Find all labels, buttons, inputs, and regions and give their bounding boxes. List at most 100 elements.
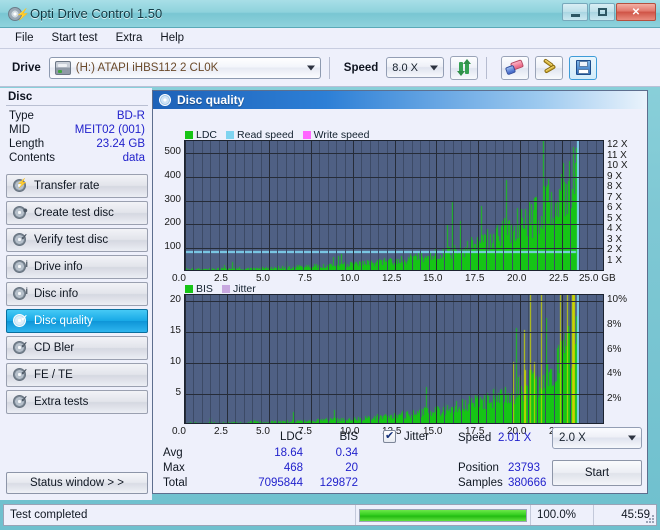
- legend-swatch: [185, 285, 193, 293]
- grid-line-minor: [361, 141, 362, 270]
- jitter-checkbox[interactable]: [383, 429, 396, 443]
- axis-tick-label: 15: [169, 325, 181, 336]
- grid-line-minor: [277, 295, 278, 423]
- sidebar-item-disc-info[interactable]: i Disc info: [6, 282, 148, 306]
- disc-icon: i: [13, 259, 28, 274]
- grid-line-minor: [286, 141, 287, 270]
- grid-line: [478, 295, 479, 423]
- axis-tick-label: 10%: [607, 294, 628, 305]
- grid-line-minor: [193, 141, 194, 270]
- test-speed-select[interactable]: 2.0 X: [552, 427, 642, 449]
- disc-contents-label: Contents: [9, 152, 56, 164]
- stats-avg-bis: 0.34: [335, 447, 358, 459]
- axis-tick-label: 200: [164, 217, 181, 228]
- axis-tick-label: 12.5: [382, 273, 402, 284]
- refresh-button[interactable]: [450, 55, 479, 80]
- start-button[interactable]: Start: [552, 460, 642, 486]
- ldc-plot-area[interactable]: [184, 140, 604, 271]
- disc-icon: ●: [13, 205, 28, 220]
- grid-line-minor: [303, 141, 304, 270]
- grid-line-minor: [570, 141, 571, 270]
- restore-button[interactable]: [589, 3, 615, 21]
- sidebar-item-cd-bler[interactable]: ✓ CD Bler: [6, 336, 148, 360]
- grid-line-minor: [252, 295, 253, 423]
- grid-line-minor: [370, 295, 371, 423]
- grid-line-minor: [545, 141, 546, 270]
- grid-line: [478, 141, 479, 270]
- legend-label: BIS: [196, 283, 213, 295]
- grid-line-minor: [286, 295, 287, 423]
- save-button[interactable]: [569, 55, 598, 80]
- grid-line-minor: [554, 295, 555, 423]
- sidebar-item-create-test-disc[interactable]: ● Create test disc: [6, 201, 148, 225]
- menu-help[interactable]: Help: [151, 30, 193, 46]
- grid-line-minor: [244, 141, 245, 270]
- axis-tick-label: 8 X: [607, 181, 623, 192]
- disc-info-group: Disc Type BD-R MID MEIT02 (001) Length 2…: [6, 88, 148, 165]
- sidebar-item-drive-info[interactable]: i Drive info: [6, 255, 148, 279]
- start-button-label: Start: [584, 467, 610, 479]
- grid-line-minor: [579, 141, 580, 270]
- resize-grip-icon[interactable]: [644, 513, 654, 523]
- window-title: Opti Drive Control 1.50: [30, 6, 163, 21]
- grid-line: [353, 295, 354, 423]
- axis-tick-label: 10 X: [607, 160, 628, 171]
- close-button[interactable]: ✕: [616, 3, 656, 21]
- drive-select[interactable]: (H:) ATAPI iHBS112 2 CL0K: [48, 56, 321, 79]
- grid-line-minor: [486, 295, 487, 423]
- bis-chart-legend: BIS Jitter: [185, 283, 261, 295]
- legend-label: Write speed: [313, 129, 370, 141]
- disc-icon: ✓: [13, 340, 28, 355]
- sidebar-item-fe-te[interactable]: ✓ FE / TE: [6, 363, 148, 387]
- status-text: Test completed: [4, 505, 356, 525]
- erase-button[interactable]: [501, 55, 530, 80]
- legend-item: Read speed: [226, 129, 294, 141]
- grid-line-minor: [420, 295, 421, 423]
- menu-start-test[interactable]: Start test: [43, 30, 107, 46]
- grid-line-minor: [361, 295, 362, 423]
- chevron-down-icon: [306, 65, 315, 70]
- grid-line-minor: [528, 141, 529, 270]
- grid-line-minor: [403, 141, 404, 270]
- sidebar-item-disc-quality[interactable]: ✓ Disc quality: [6, 309, 148, 333]
- grid-line: [269, 141, 270, 270]
- menu-extra[interactable]: Extra: [107, 30, 152, 46]
- sidebar-item-verify-test-disc[interactable]: ✓ Verify test disc: [6, 228, 148, 252]
- bis-plot-area[interactable]: [184, 294, 604, 424]
- grid-line: [185, 332, 603, 333]
- disc-icon: i: [13, 286, 28, 301]
- grid-line: [353, 141, 354, 270]
- grid-line: [436, 141, 437, 270]
- settings-button[interactable]: [535, 55, 564, 80]
- sidebar-item-extra-tests[interactable]: ✓ Extra tests: [6, 390, 148, 414]
- disc-icon: ✓: [13, 367, 28, 382]
- stats-total-bis: 129872: [319, 477, 358, 489]
- sidebar-item-label: CD Bler: [34, 342, 75, 354]
- axis-tick-label: 4%: [607, 368, 622, 379]
- disc-icon: ⚡: [13, 178, 28, 193]
- disc-row-contents: Contents data: [6, 151, 148, 165]
- grid-line: [185, 363, 603, 364]
- toolbar-divider-1: [328, 56, 330, 79]
- grid-line-minor: [444, 141, 445, 270]
- toolbar-divider-2: [486, 56, 488, 79]
- legend-item: Write speed: [302, 129, 370, 141]
- axis-tick-label: 10: [169, 356, 181, 367]
- speed-select[interactable]: 8.0 X: [386, 57, 445, 78]
- axis-tick-label: 25.0 GB: [579, 273, 616, 284]
- sidebar-item-label: Disc quality: [34, 315, 93, 327]
- axis-tick-label: 7 X: [607, 192, 623, 203]
- menu-file[interactable]: File: [6, 30, 43, 46]
- legend-item: BIS: [185, 283, 213, 295]
- minimize-button[interactable]: [562, 3, 588, 21]
- grid-line-minor: [429, 295, 430, 423]
- disc-length-value: 23.24 GB: [96, 138, 145, 150]
- grid-line: [269, 295, 270, 423]
- grid-line-minor: [537, 295, 538, 423]
- speed-stat-label: Speed: [458, 432, 492, 444]
- status-window-button[interactable]: Status window > >: [6, 472, 148, 494]
- grid-line-minor: [429, 141, 430, 270]
- sidebar-item-transfer-rate[interactable]: ⚡ Transfer rate: [6, 174, 148, 198]
- disc-group-header: Disc: [8, 91, 33, 103]
- grid-line: [562, 295, 563, 423]
